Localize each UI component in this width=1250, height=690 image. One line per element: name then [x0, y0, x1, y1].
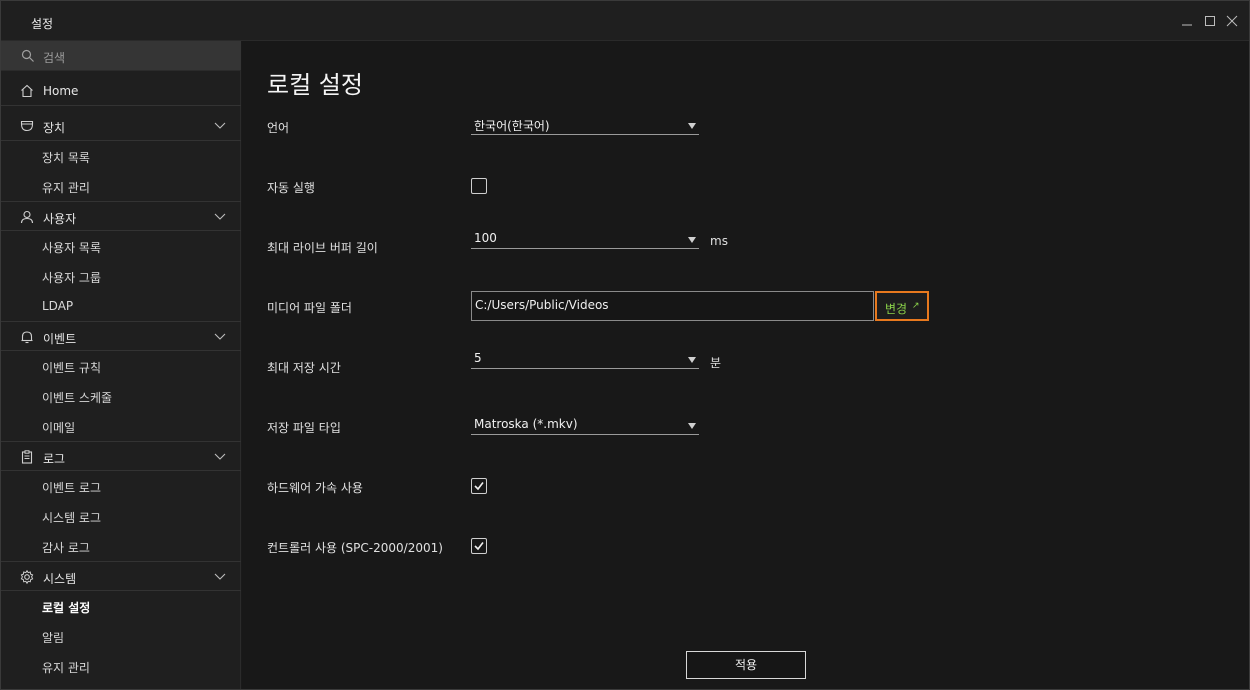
sidebar-item-label: 감사 로그 [42, 541, 90, 555]
close-icon[interactable] [1224, 13, 1240, 29]
sidebar-item-label: 유지 관리 [42, 181, 90, 195]
dropdown-arrow-icon [688, 357, 696, 363]
sidebar-item-system-maintenance[interactable]: 유지 관리 [1, 651, 241, 681]
hw-accel-label: 하드웨어 가속 사용 [267, 481, 363, 495]
chevron-down-icon [213, 451, 227, 463]
sidebar-item-ldap[interactable]: LDAP [1, 291, 241, 321]
autostart-label: 자동 실행 [267, 181, 315, 195]
checkmark-icon [474, 482, 484, 491]
external-link-icon: ↗ [912, 301, 920, 311]
sidebar-group-label: 사용자 [43, 212, 77, 226]
sidebar-item-label: 이메일 [42, 421, 76, 435]
sidebar-group-label: 로그 [43, 452, 66, 466]
sidebar-item-event-log[interactable]: 이벤트 로그 [1, 471, 241, 501]
user-icon [19, 209, 35, 225]
chevron-down-icon [213, 120, 227, 132]
live-buffer-select[interactable]: 100 [471, 231, 699, 249]
max-record-time-unit: 분 [710, 356, 722, 370]
chevron-down-icon [213, 331, 227, 343]
live-buffer-value: 100 [474, 231, 497, 245]
sidebar-item-user-list[interactable]: 사용자 목록 [1, 231, 241, 261]
dropdown-arrow-icon [688, 123, 696, 129]
sidebar-item-system-log[interactable]: 시스템 로그 [1, 501, 241, 531]
sidebar-item-label: 사용자 그룹 [42, 271, 102, 285]
sidebar-group-device[interactable]: 장치 [1, 111, 241, 141]
media-folder-label: 미디어 파일 폴더 [267, 301, 352, 315]
sidebar-item-label: 로컬 설정 [42, 601, 91, 615]
sidebar-item-label: 사용자 목록 [42, 241, 102, 255]
sidebar-item-event-schedule[interactable]: 이벤트 스케줄 [1, 381, 241, 411]
sidebar-group-event[interactable]: 이벤트 [1, 321, 241, 351]
sidebar-item-label: 이벤트 규칙 [42, 361, 102, 375]
sidebar-item-device-maintenance[interactable]: 유지 관리 [1, 171, 241, 201]
sidebar-item-label: 이벤트 스케줄 [42, 391, 113, 405]
sidebar-item-label: 시스템 로그 [42, 511, 102, 525]
sidebar-item-local-settings[interactable]: 로컬 설정 [1, 591, 241, 621]
search-box[interactable]: 검색 [1, 41, 241, 71]
sidebar-item-label: 유지 관리 [42, 661, 90, 675]
sidebar-item-device-list[interactable]: 장치 목록 [1, 141, 241, 171]
sidebar-item-label: 이벤트 로그 [42, 481, 102, 495]
media-folder-value: C:/Users/Public/Videos [475, 298, 609, 312]
max-record-time-label: 최대 저장 시간 [267, 361, 341, 375]
title-bar: 설정 [1, 1, 1249, 41]
dropdown-arrow-icon [688, 423, 696, 429]
main-content: 로컬 설정 언어 한국어(한국어) 자동 실행 최대 라이브 버퍼 길이 100… [242, 41, 1249, 689]
sidebar-group-log[interactable]: 로그 [1, 441, 241, 471]
device-icon [19, 118, 35, 134]
sidebar-group-label: 이벤트 [43, 332, 77, 346]
live-buffer-unit: ms [710, 234, 728, 248]
controller-checkbox[interactable] [471, 538, 487, 554]
sidebar-item-home[interactable]: Home [1, 76, 241, 106]
max-record-time-select[interactable]: 5 [471, 351, 699, 369]
chevron-down-icon [213, 211, 227, 223]
autostart-checkbox[interactable] [471, 178, 487, 194]
live-buffer-label: 최대 라이브 버퍼 길이 [267, 241, 378, 255]
sidebar-group-user[interactable]: 사용자 [1, 201, 241, 231]
language-value: 한국어(한국어) [474, 119, 550, 133]
file-type-select[interactable]: Matroska (*.mkv) [471, 417, 699, 435]
search-icon [21, 49, 35, 63]
file-type-label: 저장 파일 타입 [267, 421, 341, 435]
chevron-down-icon [213, 571, 227, 583]
language-label: 언어 [267, 121, 290, 135]
maximize-icon[interactable] [1202, 13, 1218, 29]
search-placeholder: 검색 [43, 51, 66, 65]
bell-icon [19, 329, 35, 345]
clipboard-icon [19, 449, 35, 465]
sidebar-group-label: 장치 [43, 121, 66, 135]
gear-icon [19, 569, 35, 585]
sidebar-item-user-group[interactable]: 사용자 그룹 [1, 261, 241, 291]
media-folder-field[interactable]: C:/Users/Public/Videos [471, 291, 874, 321]
sidebar-item-event-rule[interactable]: 이벤트 규칙 [1, 351, 241, 381]
sidebar-group-label: 시스템 [43, 572, 77, 586]
change-button-label: 변경 [885, 302, 908, 316]
max-record-time-value: 5 [474, 351, 482, 365]
language-select[interactable]: 한국어(한국어) [471, 117, 699, 135]
apply-button[interactable]: 적용 [686, 651, 806, 679]
home-icon [19, 83, 35, 99]
sidebar-item-email[interactable]: 이메일 [1, 411, 241, 441]
sidebar-item-notification[interactable]: 알림 [1, 621, 241, 651]
hw-accel-checkbox[interactable] [471, 478, 487, 494]
settings-window: 설정 검색 Home 장치 장치 목록 유지 관리 사용자 사용자 목록 사용자… [0, 0, 1250, 690]
sidebar-item-label: Home [43, 84, 79, 98]
sidebar-item-label: 알림 [42, 631, 65, 645]
change-folder-button[interactable]: 변경 ↗ [875, 291, 929, 321]
controller-label: 컨트롤러 사용 (SPC-2000/2001) [267, 541, 443, 555]
sidebar: 검색 Home 장치 장치 목록 유지 관리 사용자 사용자 목록 사용자 그룹… [1, 41, 241, 689]
sidebar-item-label: LDAP [42, 299, 74, 313]
file-type-value: Matroska (*.mkv) [474, 417, 578, 431]
sidebar-item-label: 장치 목록 [42, 151, 90, 165]
minimize-icon[interactable] [1179, 13, 1195, 29]
dropdown-arrow-icon [688, 237, 696, 243]
window-title: 설정 [31, 17, 54, 31]
checkmark-icon [474, 542, 484, 551]
page-title: 로컬 설정 [267, 71, 363, 99]
sidebar-group-system[interactable]: 시스템 [1, 561, 241, 591]
sidebar-item-audit-log[interactable]: 감사 로그 [1, 531, 241, 561]
